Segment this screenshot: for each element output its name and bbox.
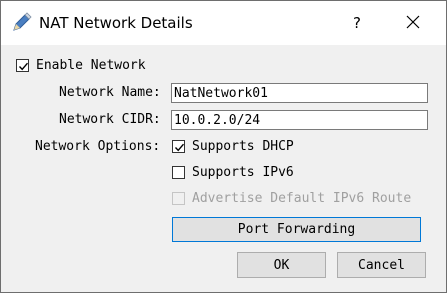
ok-button[interactable]: OK [237, 252, 326, 278]
check-icon [18, 62, 29, 71]
supports-dhcp-checkbox[interactable] [172, 140, 185, 153]
dialog-content: Enable Network Network Name: Network CID… [1, 45, 446, 292]
supports-ipv6-checkbox[interactable] [172, 166, 185, 179]
network-cidr-input[interactable] [171, 110, 428, 130]
supports-dhcp-label[interactable]: Supports DHCP [192, 139, 294, 154]
help-label: ? [353, 14, 361, 32]
advertise-ipv6-label[interactable]: Advertise Default IPv6 Route [192, 191, 411, 206]
port-forwarding-button[interactable]: Port Forwarding [172, 217, 421, 242]
close-button[interactable] [391, 1, 435, 45]
nat-network-details-dialog: NAT Network Details ? Enable Network Net… [0, 0, 447, 293]
port-forwarding-label: Port Forwarding [237, 222, 356, 237]
network-name-input[interactable] [171, 83, 428, 103]
title-bar: NAT Network Details ? [1, 1, 446, 45]
supports-ipv6-label[interactable]: Supports IPv6 [192, 165, 294, 180]
pencil-edit-icon [10, 12, 32, 34]
cancel-label: Cancel [358, 257, 405, 273]
dialog-title: NAT Network Details [39, 14, 193, 32]
cancel-button[interactable]: Cancel [337, 252, 426, 278]
close-icon [406, 14, 420, 33]
network-cidr-label: Network CIDR: [59, 112, 161, 127]
enable-network-label[interactable]: Enable Network [36, 58, 146, 73]
check-icon [174, 143, 185, 152]
enable-network-checkbox[interactable] [16, 59, 29, 72]
network-name-label: Network Name: [59, 85, 161, 100]
network-options-label: Network Options: [35, 139, 161, 154]
help-button[interactable]: ? [335, 1, 379, 45]
ok-label: OK [273, 257, 290, 273]
advertise-ipv6-checkbox[interactable] [172, 192, 185, 205]
